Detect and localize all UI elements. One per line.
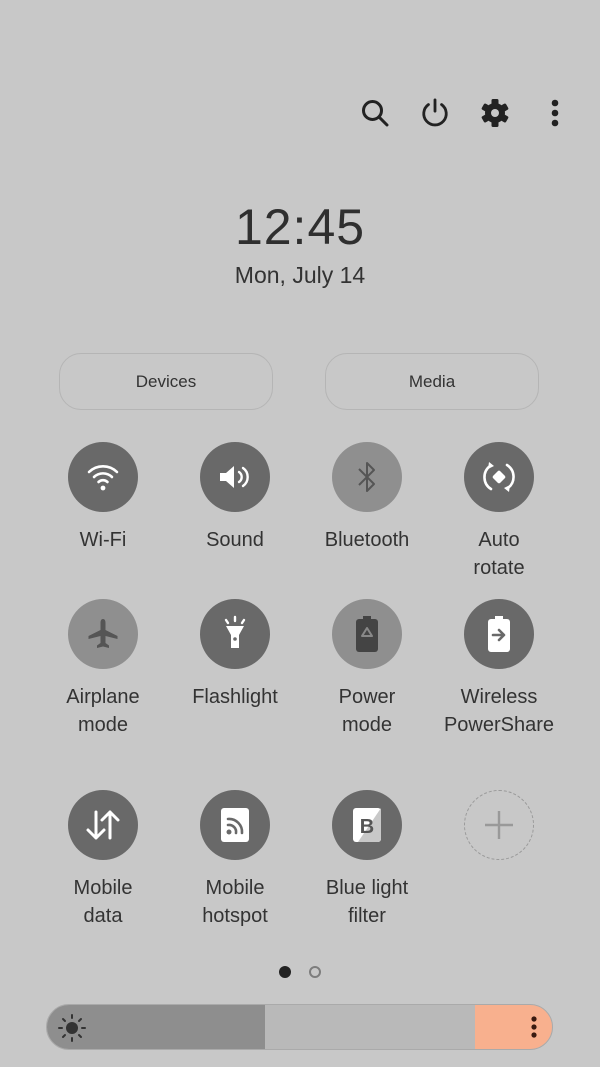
header-toolbar	[360, 92, 570, 134]
flashlight-icon	[224, 615, 246, 648]
airplane-icon	[88, 619, 118, 648]
tile-label: Mobile data	[73, 877, 133, 927]
tile-label: Wi-Fi	[79, 529, 127, 551]
tile-label: Wireless PowerShare	[443, 686, 555, 736]
tile-auto-rotate[interactable]: Auto rotate	[433, 442, 565, 582]
svg-text:B: B	[360, 816, 374, 838]
power-mode-icon	[356, 616, 378, 652]
search-icon	[362, 100, 389, 127]
tile-airplane-mode[interactable]: Airplane mode	[37, 599, 169, 739]
mobile-hotspot-icon	[221, 808, 249, 842]
tile-sound[interactable]: Sound	[169, 442, 301, 554]
tile-label: Airplane mode	[66, 686, 140, 736]
tile-label: Sound	[206, 529, 264, 551]
power-icon	[422, 98, 448, 127]
settings-icon	[481, 99, 509, 127]
media-button[interactable]: Media	[325, 353, 539, 410]
tile-label: Bluetooth	[324, 529, 410, 551]
page-indicator	[0, 966, 600, 978]
tile-mobile-hotspot[interactable]: Mobile hotspot	[169, 790, 301, 930]
clock-time[interactable]: 12:45	[0, 198, 600, 256]
brightness-icon	[58, 1014, 86, 1042]
tile-flashlight[interactable]: Flashlight	[169, 599, 301, 711]
brightness-options-button[interactable]	[475, 1005, 552, 1049]
page-dot-1[interactable]	[279, 966, 291, 978]
auto-rotate-icon	[483, 462, 515, 492]
devices-button[interactable]: Devices	[59, 353, 273, 410]
tile-power-mode[interactable]: Power mode	[301, 599, 433, 739]
tile-label: Mobile hotspot	[202, 877, 268, 927]
power-button[interactable]	[420, 92, 450, 134]
tile-wireless-powershare[interactable]: Wireless PowerShare	[433, 599, 565, 739]
clock-date[interactable]: Mon, July 14	[0, 262, 600, 289]
tile-label: Flashlight	[192, 686, 278, 708]
add-icon	[485, 811, 513, 839]
add-tile-button[interactable]	[433, 790, 565, 860]
tile-mobile-data[interactable]: Mobile data	[37, 790, 169, 930]
more-options-icon	[530, 1016, 537, 1038]
sound-icon	[220, 466, 249, 488]
page-dot-2[interactable]	[309, 966, 321, 978]
wifi-icon	[87, 465, 119, 491]
bluetooth-icon	[358, 462, 375, 492]
wireless-powershare-icon	[488, 616, 510, 652]
mobile-data-icon	[86, 810, 120, 840]
more-options-button[interactable]	[540, 92, 570, 134]
tile-label: Power mode	[338, 686, 396, 736]
more-options-icon	[551, 99, 559, 127]
settings-button[interactable]	[480, 92, 510, 134]
tile-bluetooth[interactable]: Bluetooth	[301, 442, 433, 554]
tile-label: Auto rotate	[473, 529, 525, 579]
brightness-slider[interactable]	[46, 1004, 553, 1050]
tile-blue-light-filter[interactable]: B Blue light filter	[301, 790, 433, 930]
blue-light-filter-icon: B	[353, 808, 381, 842]
tile-label: Blue light filter	[325, 877, 409, 927]
tile-wifi[interactable]: Wi-Fi	[37, 442, 169, 554]
search-button[interactable]	[360, 92, 390, 134]
